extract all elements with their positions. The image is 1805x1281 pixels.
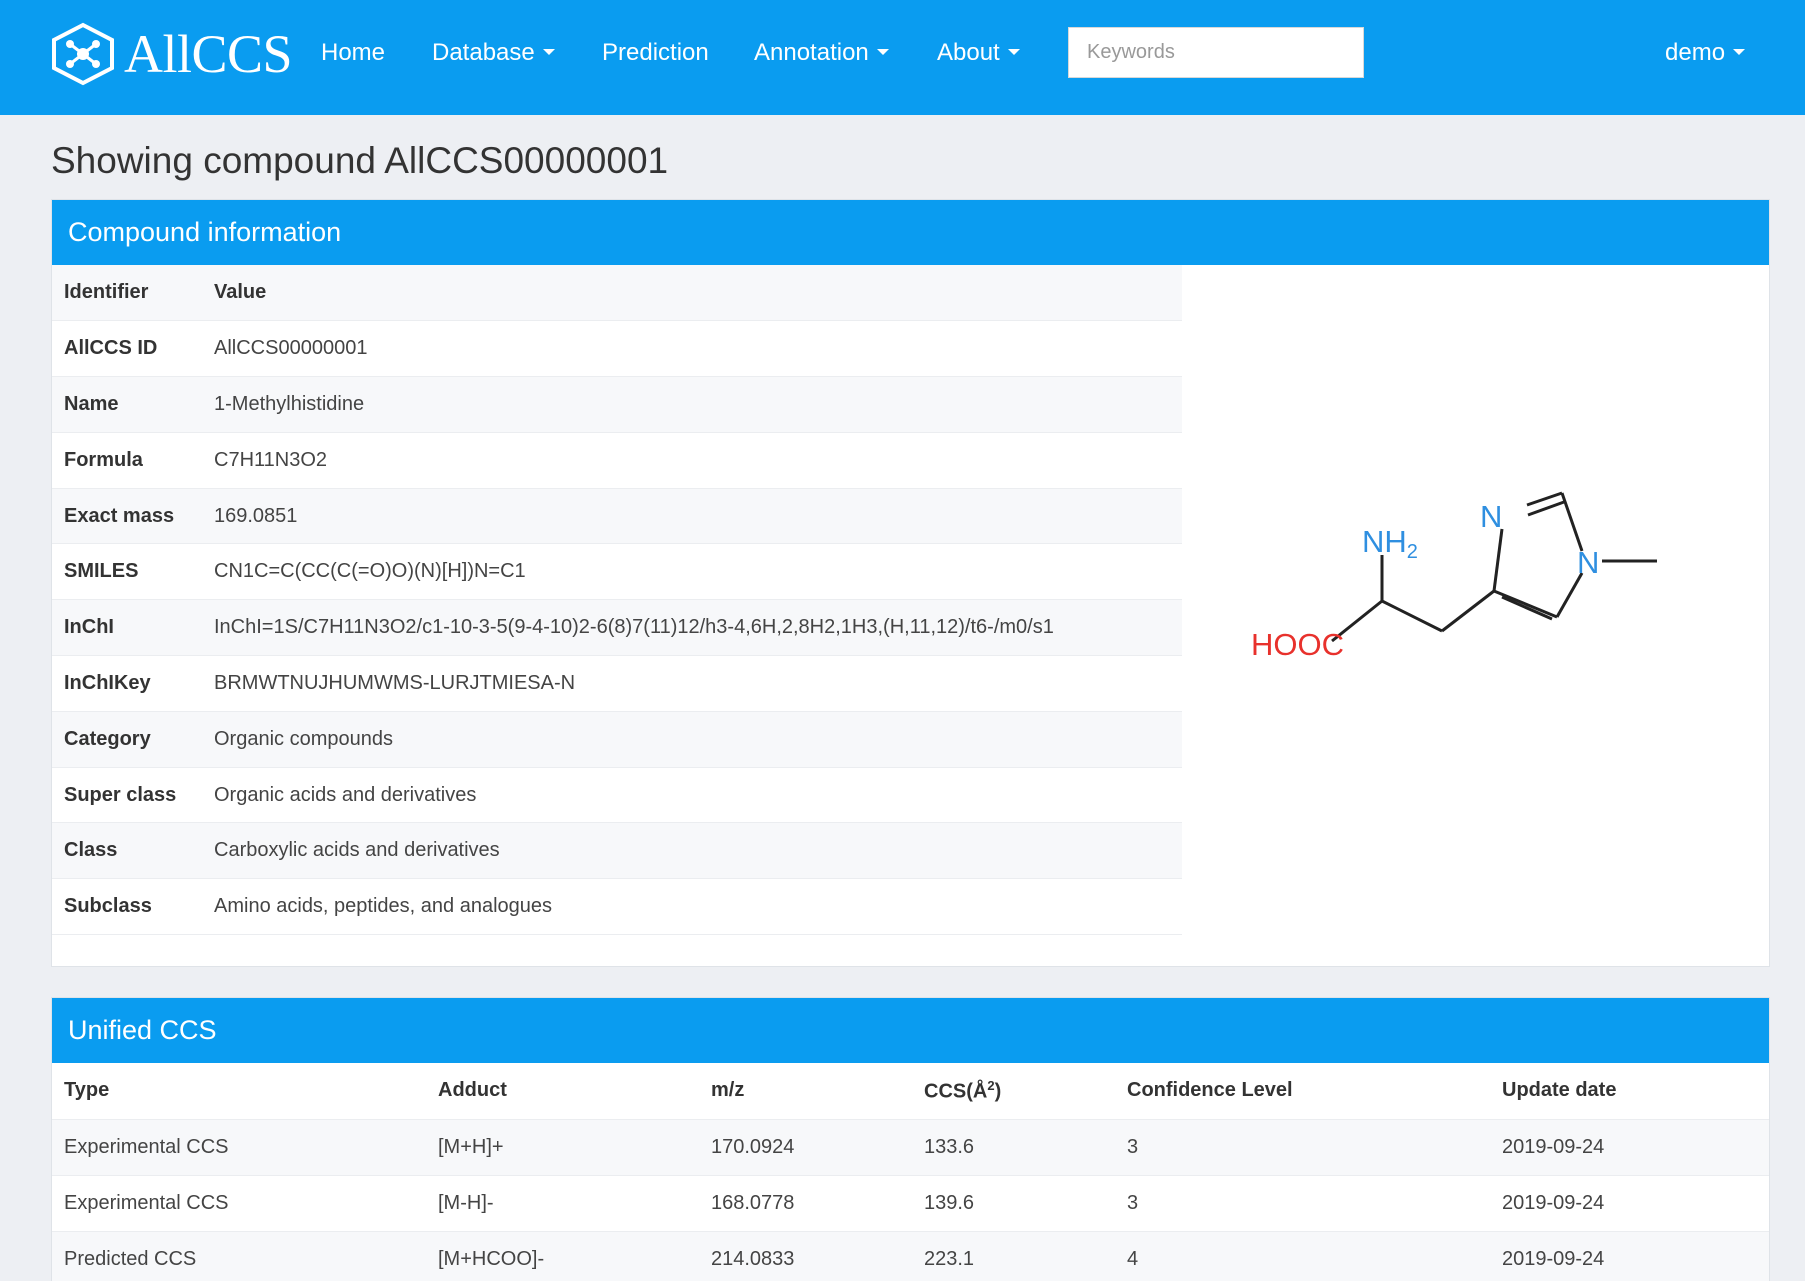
cell-ccs: 133.6 (924, 1135, 975, 1158)
cell-type: Experimental CCS (64, 1135, 229, 1158)
cell-date: 2019-09-24 (1502, 1191, 1605, 1214)
user-name: demo (1665, 39, 1726, 66)
chemical-structure-image: HOOC NH2 N N (1251, 491, 1657, 662)
nav-home-label: Home (321, 39, 386, 66)
nitrogen-label: N (1480, 499, 1502, 534)
row-key: SMILES (64, 560, 139, 583)
cell-confidence: 3 (1127, 1135, 1139, 1158)
column-header-confidence: Confidence Level (1127, 1079, 1293, 1102)
cell-type: Predicted CCS (64, 1247, 197, 1270)
table-row: Category Organic compounds (52, 711, 1182, 768)
column-header-value: Value (214, 281, 267, 304)
compound-info-panel: Compound information Identifier Value Al… (51, 199, 1770, 967)
cell-ccs: 139.6 (924, 1191, 975, 1214)
cell-date: 2019-09-24 (1502, 1135, 1605, 1158)
row-value: CN1C=C(CC(C(=O)O)(N)[H])N=C1 (214, 560, 526, 583)
row-key: Exact mass (64, 504, 175, 527)
cell-date: 2019-09-24 (1502, 1247, 1605, 1270)
nav-prediction-label: Prediction (602, 39, 709, 66)
table-row: Class Carboxylic acids and derivatives (52, 822, 1182, 879)
compound-info-table: Identifier Value AllCCS ID AllCCS00000001… (52, 265, 1182, 935)
table-row: Exact mass 169.0851 (52, 488, 1182, 544)
cell-confidence: 4 (1127, 1247, 1139, 1270)
table-row: InChI InChI=1S/C7H11N3O2/c1-10-3-5(9-4-10… (52, 599, 1182, 656)
panel-title: Unified CCS (52, 998, 1769, 1063)
row-value: AllCCS00000001 (214, 337, 368, 360)
amine-label: NH2 (1362, 524, 1418, 563)
carboxyl-label: HOOC (1251, 627, 1344, 662)
table-header-row: Type Adduct m/z CCS(Å2) Confidence Level… (52, 1063, 1769, 1119)
row-key: Subclass (64, 895, 152, 918)
ccs-table: Type Adduct m/z CCS(Å2) Confidence Level… (52, 1063, 1769, 1281)
caret-down-icon (1733, 48, 1746, 55)
row-value: Organic acids and derivatives (214, 783, 477, 806)
row-value: 1-Methylhistidine (214, 392, 365, 415)
table-row: Name 1-Methylhistidine (52, 376, 1182, 433)
brand-name: AllCCS (124, 24, 293, 84)
cell-adduct: [M+HCOO]- (438, 1247, 545, 1270)
nav-about[interactable]: About (937, 36, 1020, 70)
cell-confidence: 3 (1127, 1191, 1139, 1214)
table-row: Experimental CCS [M-H]- 168.0778 139.6 3… (52, 1175, 1769, 1231)
cell-mz: 168.0778 (711, 1191, 795, 1214)
table-row: InChIKey BRMWTNUJHUMWMS-LURJTMIESA-N (52, 656, 1182, 712)
nav-home[interactable]: Home (321, 36, 385, 70)
nav-database-label: Database (432, 39, 535, 66)
table-row: Formula C7H11N3O2 (52, 432, 1182, 489)
column-header-ccs: CCS(Å2) (924, 1077, 1002, 1103)
brand-logo[interactable]: AllCCS (48, 22, 293, 86)
row-key: Formula (64, 448, 143, 471)
row-key: Super class (64, 783, 177, 806)
row-value: Organic compounds (214, 727, 393, 750)
table-row: Subclass Amino acids, peptides, and analo… (52, 879, 1182, 935)
cell-adduct: [M-H]- (438, 1191, 494, 1214)
table-header-row: Identifier Value (52, 265, 1182, 321)
nav-annotation-label: Annotation (754, 39, 869, 66)
nav-annotation[interactable]: Annotation (754, 36, 889, 70)
column-header-identifier: Identifier (64, 281, 149, 304)
table-row: AllCCS ID AllCCS00000001 (52, 321, 1182, 377)
cell-ccs: 223.1 (924, 1247, 975, 1270)
user-menu[interactable]: demo (1665, 36, 1746, 70)
cell-adduct: [M+H]+ (438, 1135, 504, 1158)
table-row: Experimental CCS [M+H]+ 170.0924 133.6 3… (52, 1119, 1769, 1175)
unified-ccs-panel: Unified CCS Type Adduct m/z CCS(Å2) Conf… (51, 997, 1770, 1281)
row-key: Class (64, 839, 118, 862)
top-navbar: AllCCS Home Database Prediction Annotati… (0, 0, 1805, 115)
column-header-mz: m/z (711, 1079, 745, 1102)
cell-type: Experimental CCS (64, 1191, 229, 1214)
column-header-date: Update date (1502, 1079, 1617, 1102)
caret-down-icon (876, 48, 889, 55)
page-title: Showing compound AllCCS00000001 (51, 140, 669, 181)
nitrogen-label: N (1577, 545, 1599, 580)
row-value: Carboxylic acids and derivatives (214, 839, 500, 862)
row-value: 169.0851 (214, 504, 298, 527)
row-key: InChIKey (64, 671, 151, 694)
row-key: InChI (64, 616, 114, 639)
table-row: Super class Organic acids and derivatives (52, 767, 1182, 823)
row-value: Amino acids, peptides, and analogues (214, 895, 553, 918)
nav-prediction[interactable]: Prediction (602, 36, 709, 70)
row-key: Name (64, 392, 119, 415)
row-key: Category (64, 727, 151, 750)
nav-database[interactable]: Database (432, 36, 555, 70)
table-row: Predicted CCS [M+HCOO]- 214.0833 223.1 4… (52, 1231, 1769, 1281)
row-key: AllCCS ID (64, 337, 158, 360)
row-value: C7H11N3O2 (214, 448, 328, 471)
logo-icon (52, 22, 114, 86)
cell-mz: 214.0833 (711, 1247, 795, 1270)
search-input[interactable] (1068, 27, 1364, 78)
cell-mz: 170.0924 (711, 1135, 795, 1158)
row-value: BRMWTNUJHUMWMS-LURJTMIESA-N (214, 671, 576, 694)
panel-title: Compound information (52, 200, 1769, 265)
caret-down-icon (1007, 48, 1020, 55)
table-row: SMILES CN1C=C(CC(C(=O)O)(N)[H])N=C1 (52, 544, 1182, 600)
row-value: InChI=1S/C7H11N3O2/c1-10-3-5(9-4-10)2-6(… (214, 616, 1054, 639)
caret-down-icon (542, 48, 555, 55)
column-header-adduct: Adduct (438, 1079, 507, 1102)
column-header-type: Type (64, 1079, 110, 1102)
nav-about-label: About (937, 39, 1000, 66)
